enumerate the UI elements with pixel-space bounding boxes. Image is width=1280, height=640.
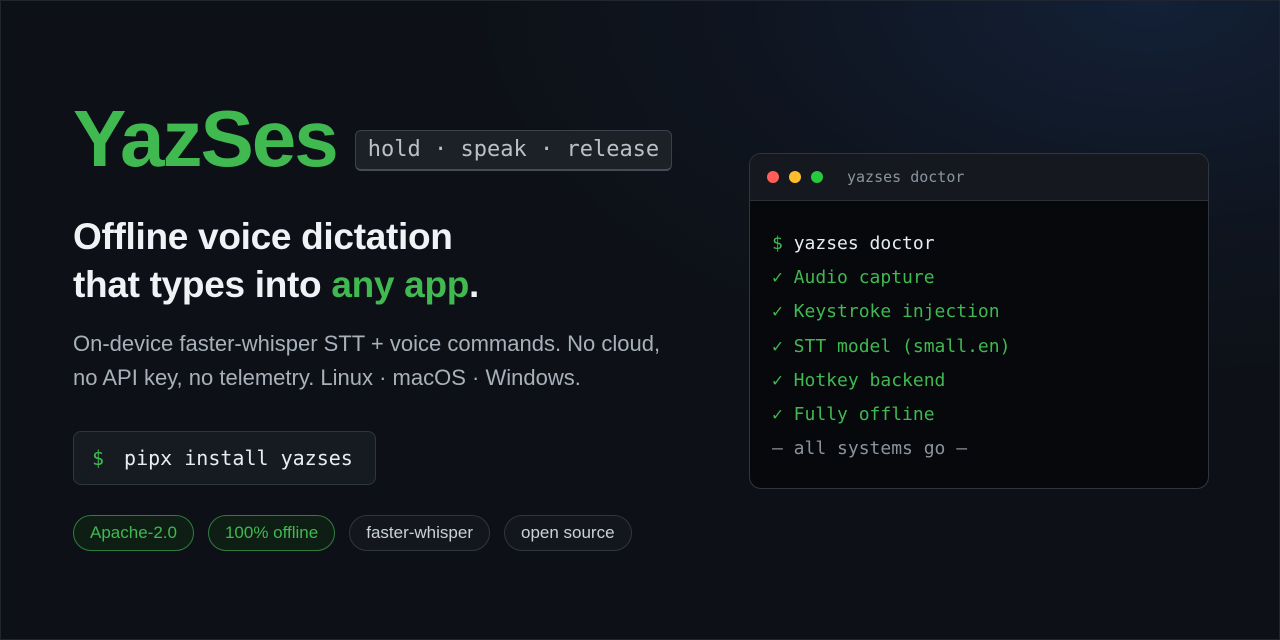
badge-offline: 100% offline bbox=[207, 515, 336, 551]
subheading-line-2: no API key, no telemetry. Linux · macOS … bbox=[73, 365, 581, 390]
install-command-box[interactable]: $ pipx install yazses bbox=[73, 431, 376, 485]
terminal-title: yazses doctor bbox=[847, 168, 965, 186]
headline-accent: any app bbox=[331, 264, 470, 305]
headline-line-1: Offline voice dictation bbox=[73, 216, 453, 257]
terminal-command: yazses doctor bbox=[793, 233, 935, 254]
check-fully-offline: ✓ Fully offline bbox=[772, 404, 935, 426]
terminal-window: yazses doctor $ yazses doctor ✓ Audio ca… bbox=[749, 153, 1209, 489]
terminal-titlebar: yazses doctor bbox=[750, 154, 1208, 201]
headline-suffix: . bbox=[469, 264, 480, 305]
subheading-line-1: On-device faster-whisper STT + voice com… bbox=[73, 331, 661, 356]
brand-tagline: hold · speak · release bbox=[354, 130, 673, 171]
terminal-prompt: $ bbox=[772, 233, 783, 254]
check-stt-model: ✓ STT model (small.en) bbox=[772, 335, 1011, 357]
brand: YazSes hold · speak · release bbox=[73, 93, 673, 185]
headline-prefix: that types into bbox=[73, 264, 332, 305]
close-dot-icon[interactable] bbox=[767, 171, 779, 183]
minimize-dot-icon[interactable] bbox=[789, 171, 801, 183]
badge-open-source: open source bbox=[503, 515, 632, 551]
install-prompt: $ bbox=[92, 446, 105, 470]
badge-row: Apache-2.0 100% offline faster-whisper o… bbox=[73, 515, 646, 551]
subheading: On-device faster-whisper STT + voice com… bbox=[73, 327, 713, 395]
check-keystroke-injection: ✓ Keystroke injection bbox=[772, 301, 1000, 323]
badge-engine: faster-whisper bbox=[349, 515, 490, 551]
brand-title: YazSes bbox=[73, 94, 339, 183]
headline-line-2: that types into any app. bbox=[73, 261, 479, 309]
check-audio-capture: ✓ Audio capture bbox=[772, 267, 935, 289]
terminal-command-line: $ yazses doctor bbox=[772, 227, 1186, 261]
terminal-output: $ yazses doctor ✓ Audio capture ✓ Keystr… bbox=[750, 201, 1208, 488]
badge-license: Apache-2.0 bbox=[73, 515, 194, 551]
install-command[interactable]: pipx install yazses bbox=[124, 446, 353, 470]
terminal-footer: — all systems go — bbox=[772, 438, 968, 460]
check-hotkey-backend: ✓ Hotkey backend bbox=[772, 369, 946, 391]
headline: Offline voice dictation that types into … bbox=[73, 213, 479, 309]
maximize-dot-icon[interactable] bbox=[811, 171, 823, 183]
